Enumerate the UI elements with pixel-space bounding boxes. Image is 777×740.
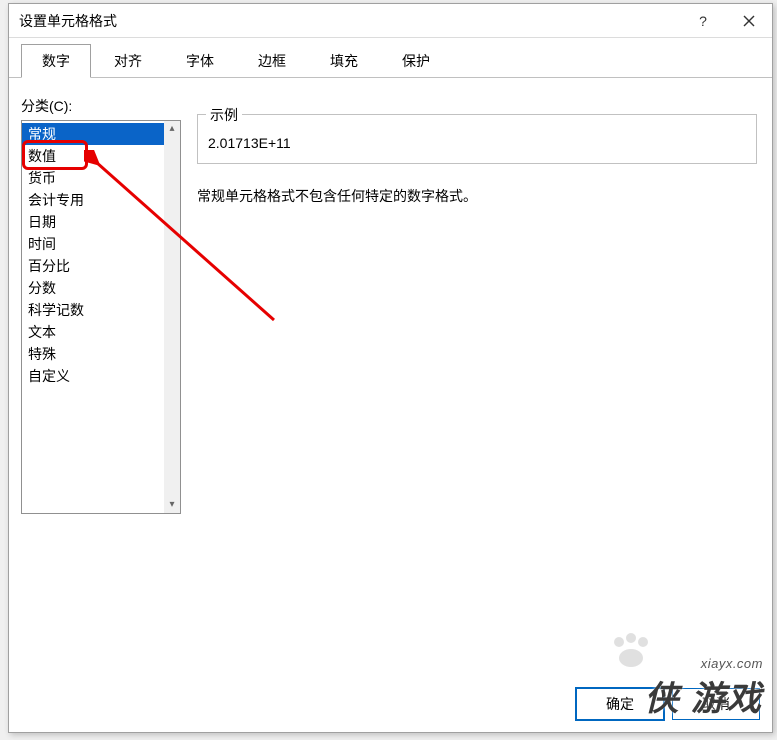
close-button[interactable]: [726, 4, 772, 38]
category-label: 分类(C):: [21, 96, 760, 116]
scroll-track[interactable]: [164, 137, 180, 497]
tab-fill[interactable]: 填充: [309, 44, 379, 78]
tab-alignment[interactable]: 对齐: [93, 44, 163, 78]
tab-body-number: 分类(C): 常规 数值 货币 会计专用 日期 时间 百分比 分数 科学记数 文…: [21, 96, 760, 720]
listbox-scrollbar[interactable]: ▴ ▾: [164, 121, 180, 513]
sample-groupbox: 示例 2.01713E+11: [197, 114, 757, 164]
scroll-down-icon[interactable]: ▾: [164, 497, 180, 513]
dialog-title: 设置单元格格式: [19, 11, 680, 31]
list-item-special[interactable]: 特殊: [22, 343, 180, 365]
list-item-custom[interactable]: 自定义: [22, 365, 180, 387]
tab-number[interactable]: 数字: [21, 44, 91, 78]
list-item-currency[interactable]: 货币: [22, 167, 180, 189]
sample-legend: 示例: [206, 105, 242, 125]
list-item-time[interactable]: 时间: [22, 233, 180, 255]
scroll-up-icon[interactable]: ▴: [164, 121, 180, 137]
format-description: 常规单元格格式不包含任何特定的数字格式。: [197, 186, 760, 206]
list-item-fraction[interactable]: 分数: [22, 277, 180, 299]
watermark-url: xiayx.com: [645, 656, 764, 671]
tab-border[interactable]: 边框: [237, 44, 307, 78]
tab-font[interactable]: 字体: [165, 44, 235, 78]
list-item-accounting[interactable]: 会计专用: [22, 189, 180, 211]
watermark-brand: 侠 游戏: [645, 681, 764, 718]
list-item-number[interactable]: 数值: [22, 145, 180, 167]
list-item-percentage[interactable]: 百分比: [22, 255, 180, 277]
tab-protection[interactable]: 保护: [381, 44, 451, 78]
titlebar: 设置单元格格式 ?: [9, 4, 772, 38]
list-item-text[interactable]: 文本: [22, 321, 180, 343]
paw-icon: [609, 632, 653, 672]
watermark: xiayx.com 侠 游戏: [645, 656, 764, 720]
tabs: 数字 对齐 字体 边框 填充 保护: [9, 38, 772, 78]
format-cells-dialog: 设置单元格格式 ? 数字 对齐 字体 边框 填充 保护 分类(C): 常规 数值…: [8, 3, 773, 733]
help-icon: ?: [699, 13, 707, 29]
list-item-scientific[interactable]: 科学记数: [22, 299, 180, 321]
close-icon: [743, 15, 755, 27]
category-listbox[interactable]: 常规 数值 货币 会计专用 日期 时间 百分比 分数 科学记数 文本 特殊 自定…: [21, 120, 181, 514]
list-item-general[interactable]: 常规: [22, 123, 180, 145]
list-item-date[interactable]: 日期: [22, 211, 180, 233]
help-button[interactable]: ?: [680, 4, 726, 38]
sample-value: 2.01713E+11: [208, 135, 746, 151]
right-pane: 示例 2.01713E+11 常规单元格格式不包含任何特定的数字格式。: [197, 114, 760, 206]
category-list-inner: 常规 数值 货币 会计专用 日期 时间 百分比 分数 科学记数 文本 特殊 自定…: [22, 121, 180, 513]
